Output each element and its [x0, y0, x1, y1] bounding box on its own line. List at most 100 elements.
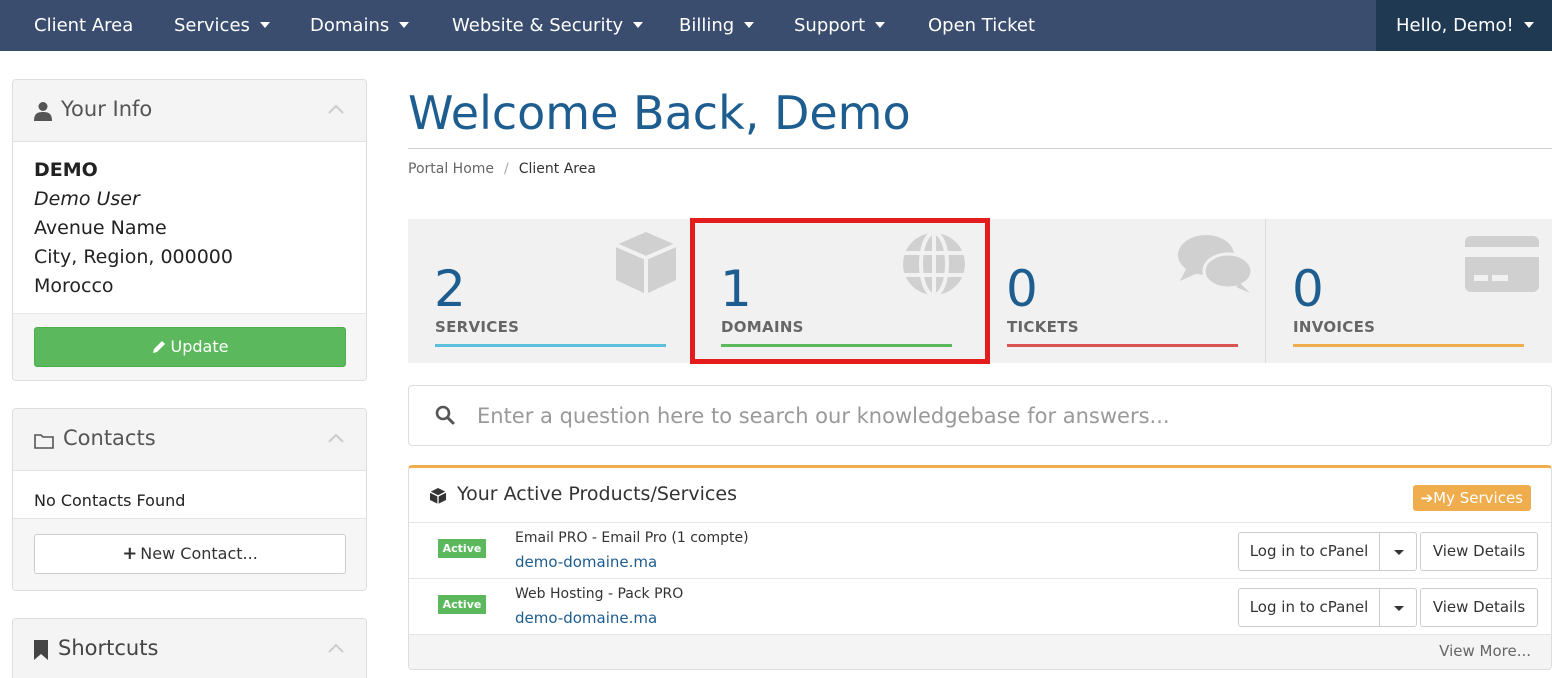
nav-open-ticket[interactable]: Open Ticket	[928, 0, 1035, 51]
caret-down-icon	[1523, 22, 1534, 28]
panel-footer: + New Contact...	[13, 518, 366, 590]
caret-down-icon	[259, 22, 270, 28]
pencil-icon	[152, 341, 165, 353]
tile-count: 0	[1292, 260, 1324, 318]
top-navbar: Client Area Services Domains Website & S…	[0, 0, 1552, 51]
panel-title: Your Info	[61, 97, 153, 121]
breadcrumb: Portal Home / Client Area	[408, 161, 596, 177]
tile-count: 2	[434, 260, 466, 318]
new-contact-button[interactable]: + New Contact...	[34, 534, 346, 574]
plus-icon: +	[122, 543, 138, 564]
client-address: Avenue Name	[34, 217, 167, 239]
view-details-button[interactable]: View Details	[1420, 588, 1538, 627]
client-country: Morocco	[34, 275, 114, 297]
panel-title: Shortcuts	[58, 636, 159, 660]
shortcuts-panel: Shortcuts	[12, 618, 367, 678]
user-icon	[34, 102, 52, 121]
your-info-panel: Your Info DEMO Demo User Avenue Name Cit…	[12, 79, 367, 381]
nav-domains[interactable]: Domains	[310, 0, 410, 51]
caret-down-icon	[1394, 550, 1404, 555]
nav-label: Domains	[310, 15, 390, 36]
client-role: Demo User	[34, 188, 140, 210]
tile-tickets[interactable]: 0 TICKETS	[980, 219, 1266, 363]
nav-label: Open Ticket	[928, 15, 1036, 36]
login-dropdown-toggle[interactable]	[1379, 588, 1417, 627]
tile-bar	[1007, 344, 1238, 347]
active-products-panel: Your Active Products/Services ➔My Servic…	[408, 465, 1552, 670]
client-city: City, Region, 000000	[34, 246, 233, 268]
panel-header: Your Active Products/Services ➔My Servic…	[409, 468, 1551, 523]
panel-header[interactable]: Contacts	[13, 409, 366, 471]
breadcrumb-current: Client Area	[518, 161, 596, 177]
status-badge: Active	[438, 595, 486, 614]
login-cpanel-button[interactable]: Log in to cPanel	[1238, 588, 1379, 627]
nav-label: Website & Security	[452, 15, 624, 36]
your-info-body: DEMO Demo User Avenue Name City, Region,…	[13, 142, 366, 301]
contacts-body: No Contacts Found	[13, 471, 366, 515]
status-badge: Active	[438, 539, 486, 558]
tile-label: SERVICES	[435, 318, 520, 336]
nav-website-security[interactable]: Website & Security	[452, 0, 644, 51]
view-more-link[interactable]: View More...	[1439, 642, 1531, 660]
caret-down-icon	[633, 22, 644, 28]
caret-down-icon	[875, 22, 886, 28]
page-title: Welcome Back, Demo	[408, 86, 911, 140]
nav-label: Services	[174, 15, 250, 36]
product-row: Active Web Hosting - Pack PRO demo-domai…	[409, 579, 1551, 635]
product-domain[interactable]: demo-domaine.ma	[515, 609, 657, 627]
comments-icon	[1178, 235, 1254, 293]
update-button[interactable]: Update	[34, 327, 346, 367]
user-menu-label: Hello, Demo!	[1396, 15, 1514, 36]
update-button-label: Update	[170, 337, 229, 356]
highlight-box	[690, 218, 990, 364]
nav-client-area[interactable]: Client Area	[34, 0, 133, 51]
caret-down-icon	[744, 22, 755, 28]
my-services-label: My Services	[1433, 489, 1523, 507]
nav-support[interactable]: Support	[794, 0, 886, 51]
credit-card-icon	[1465, 236, 1539, 292]
login-dropdown-toggle[interactable]	[1379, 532, 1417, 571]
my-services-button[interactable]: ➔My Services	[1412, 485, 1531, 511]
nav-label: Client Area	[34, 15, 134, 36]
nav-billing[interactable]: Billing	[679, 0, 755, 51]
caret-down-icon	[399, 22, 410, 28]
chevron-up-icon[interactable]	[328, 104, 344, 114]
arrow-right-icon: ➔	[1420, 489, 1434, 507]
new-contact-label: New Contact...	[140, 544, 258, 563]
tile-services[interactable]: 2 SERVICES	[408, 219, 691, 363]
contacts-empty: No Contacts Found	[34, 491, 186, 510]
folder-icon	[34, 434, 54, 449]
chevron-up-icon[interactable]	[328, 433, 344, 443]
panel-header[interactable]: Shortcuts	[13, 619, 366, 678]
search-input[interactable]	[477, 400, 1527, 432]
panel-header[interactable]: Your Info	[13, 80, 366, 142]
contacts-panel: Contacts No Contacts Found + New Contact.…	[12, 408, 367, 591]
caret-down-icon	[1394, 606, 1404, 611]
tile-invoices[interactable]: 0 INVOICES	[1266, 219, 1552, 363]
user-menu[interactable]: Hello, Demo!	[1376, 0, 1552, 51]
breadcrumb-separator: /	[504, 161, 509, 177]
product-name: Email PRO - Email Pro (1 compte)	[515, 530, 749, 546]
product-name: Web Hosting - Pack PRO	[515, 586, 684, 602]
chevron-up-icon[interactable]	[328, 643, 344, 653]
product-row: Active Email PRO - Email Pro (1 compte) …	[409, 523, 1551, 579]
knowledgebase-search	[408, 385, 1552, 446]
panel-footer: Update	[13, 313, 366, 380]
panel-footer: View More...	[409, 635, 1551, 669]
tile-label: TICKETS	[1007, 318, 1079, 336]
nav-label: Billing	[679, 15, 735, 36]
cube-icon	[615, 232, 677, 294]
cube-icon	[429, 488, 447, 504]
login-cpanel-button[interactable]: Log in to cPanel	[1238, 532, 1379, 571]
breadcrumb-home[interactable]: Portal Home	[408, 161, 494, 177]
search-icon	[435, 405, 455, 425]
client-name: DEMO	[34, 159, 98, 181]
tile-bar	[1293, 344, 1524, 347]
view-details-button[interactable]: View Details	[1420, 532, 1538, 571]
nav-label: Support	[794, 15, 866, 36]
panel-title: Contacts	[63, 426, 156, 450]
nav-services[interactable]: Services	[174, 0, 270, 51]
tile-count: 0	[1006, 260, 1038, 318]
title-divider	[408, 148, 1552, 149]
product-domain[interactable]: demo-domaine.ma	[515, 553, 657, 571]
